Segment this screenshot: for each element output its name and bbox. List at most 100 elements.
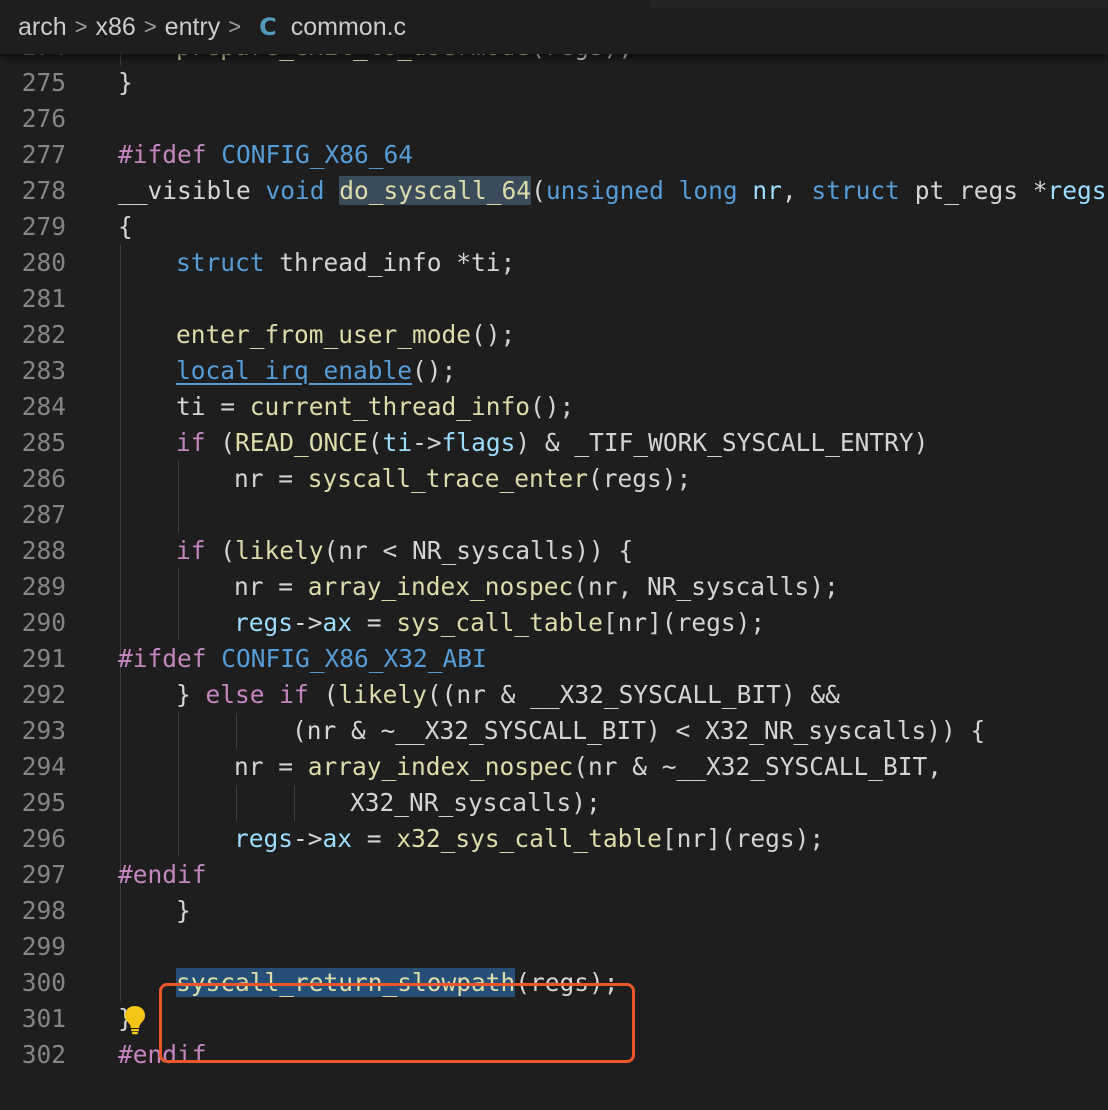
code-line[interactable]: 279 { [0, 209, 1108, 245]
code-line[interactable]: 289 nr = array_index_nospec(nr, NR_syscal… [0, 569, 1108, 605]
line-number: 287 [21, 500, 66, 529]
code-line[interactable]: 280 struct thread_info *ti; [0, 245, 1108, 281]
chevron-right-icon: > [143, 14, 157, 39]
code-line[interactable]: 298} [0, 893, 1108, 929]
code-line[interactable]: 281 [0, 281, 1108, 317]
breadcrumb-file-name[interactable]: common.c [291, 13, 406, 42]
indent-guide [120, 389, 121, 425]
code-line[interactable]: 288 if (likely(nr < NR_syscalls)) { [0, 533, 1108, 569]
code-line[interactable]: 286 nr = syscall_trace_enter(regs); [0, 461, 1108, 497]
indent-guide [120, 605, 121, 641]
code-line[interactable]: 284 ti = current_thread_info(); [0, 389, 1108, 425]
code-text: (nr & ~__X32_SYSCALL_BIT) < X32_NR_sysca… [292, 716, 986, 745]
line-number: 276 [21, 104, 66, 133]
chevron-right-icon: > [228, 14, 242, 39]
line-number: 282 [21, 320, 66, 349]
line-number: 284 [21, 392, 66, 421]
indent-guide [120, 893, 121, 929]
indent-guide [120, 569, 121, 605]
code-text: if (likely(nr < NR_syscalls)) { [176, 536, 634, 565]
line-number: 281 [21, 284, 66, 313]
line-number: 301 [21, 1004, 66, 1033]
code-text: } [176, 896, 191, 925]
line-number: 277 [21, 140, 66, 169]
indent-guide [178, 749, 179, 785]
line-number: 288 [21, 536, 66, 565]
code-line[interactable]: 291 #ifdef CONFIG_X86_X32_ABI [0, 641, 1108, 677]
code-line[interactable]: 294 nr = array_index_nospec(nr & ~__X32_S… [0, 749, 1108, 785]
line-number: 293 [21, 716, 66, 745]
code-line[interactable]: 277 #ifdef CONFIG_X86_64 [0, 137, 1108, 173]
indent-guide [120, 713, 121, 749]
code-line[interactable]: 295 X32_NR_syscalls); [0, 785, 1108, 821]
code-text: struct thread_info *ti; [176, 248, 516, 277]
code-line[interactable]: 296 regs->ax = x32_sys_call_table[nr](reg… [0, 821, 1108, 857]
code-line[interactable]: 278 __visible void do_syscall_64(unsigned… [0, 173, 1108, 209]
indent-guide [120, 965, 121, 1001]
indent-guide [236, 713, 237, 749]
line-number: 290 [21, 608, 66, 637]
indent-guide [120, 785, 121, 821]
code-text: #ifdef CONFIG_X86_X32_ABI [118, 644, 487, 673]
indent-guide [178, 497, 179, 533]
code-line[interactable]: 302 #endif [0, 1037, 1108, 1073]
code-text: __visible void do_syscall_64(unsigned lo… [118, 176, 1108, 205]
indent-guide [120, 245, 121, 281]
code-line[interactable]: 276 [0, 101, 1108, 137]
breadcrumb-item-x86[interactable]: x86 [96, 13, 136, 42]
code-line[interactable]: 290 regs->ax = sys_call_table[nr](regs); [0, 605, 1108, 641]
code-text: syscall_return_slowpath(regs); [176, 968, 619, 997]
line-number: 295 [21, 788, 66, 817]
code-line[interactable]: 297 #endif [0, 857, 1108, 893]
indent-guide [178, 821, 179, 857]
indent-guide [120, 821, 121, 857]
line-number: 296 [21, 824, 66, 853]
line-number: 289 [21, 572, 66, 601]
line-number: 285 [21, 428, 66, 457]
code-line[interactable]: 275} [0, 65, 1108, 101]
indent-guide [178, 605, 179, 641]
breadcrumb-item-arch[interactable]: arch [18, 13, 67, 42]
indent-guide [236, 785, 237, 821]
lightbulb-icon[interactable] [124, 1005, 146, 1035]
indent-guide [294, 785, 295, 821]
code-line[interactable]: 282 enter_from_user_mode(); [0, 317, 1108, 353]
code-line[interactable]: 285 if (READ_ONCE(ti->flags) & _TIF_WORK_… [0, 425, 1108, 461]
code-text: } [118, 68, 133, 97]
indent-guide [120, 677, 121, 713]
indent-guide [120, 929, 121, 965]
indent-guide [178, 785, 179, 821]
code-text: X32_NR_syscalls); [350, 788, 601, 817]
code-text: nr = array_index_nospec(nr & ~__X32_SYSC… [234, 752, 943, 781]
code-text: } else if (likely((nr & __X32_SYSCALL_BI… [176, 680, 840, 709]
code-text: local_irq_enable(); [176, 356, 457, 385]
line-number: 280 [21, 248, 66, 277]
line-number: 278 [21, 176, 66, 205]
indent-guide [120, 317, 121, 353]
code-line[interactable]: 293 (nr & ~__X32_SYSCALL_BIT) < X32_NR_sy… [0, 713, 1108, 749]
code-line[interactable]: 292 } else if (likely((nr & __X32_SYSCALL… [0, 677, 1108, 713]
breadcrumb-item-entry[interactable]: entry [165, 13, 221, 42]
line-number: 292 [21, 680, 66, 709]
code-line[interactable]: 299 [0, 929, 1108, 965]
indent-guide [178, 713, 179, 749]
indent-guide [120, 533, 121, 569]
indent-guide [120, 353, 121, 389]
line-number: 279 [21, 212, 66, 241]
indent-guide [178, 569, 179, 605]
indent-guide [120, 749, 121, 785]
code-editor[interactable]: 273local_irq_disable();274prepare_exit_t… [0, 0, 1108, 1110]
code-line[interactable]: 300 syscall_return_slowpath(regs); [0, 965, 1108, 1001]
indent-guide [178, 461, 179, 497]
code-text: if (READ_ONCE(ti->flags) & _TIF_WORK_SYS… [176, 428, 929, 457]
code-text: #ifdef CONFIG_X86_64 [118, 140, 414, 169]
indent-guide [120, 425, 121, 461]
indent-guide [120, 461, 121, 497]
line-number: 299 [21, 932, 66, 961]
code-line[interactable]: 301} [0, 1001, 1108, 1037]
code-line[interactable]: 283 local_irq_enable(); [0, 353, 1108, 389]
code-text: regs->ax = sys_call_table[nr](regs); [234, 608, 766, 637]
code-line[interactable]: 287 [0, 497, 1108, 533]
code-text: { [118, 212, 133, 241]
code-text: regs->ax = x32_sys_call_table[nr](regs); [234, 824, 825, 853]
